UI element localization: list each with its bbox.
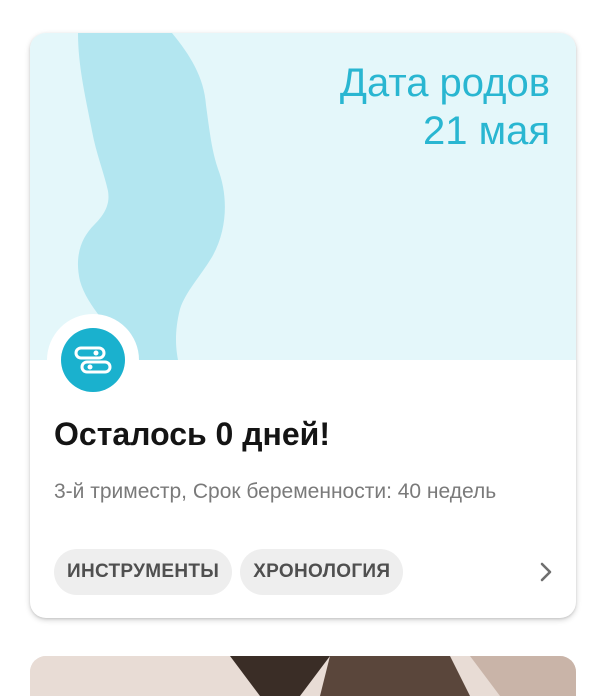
chevron-right-icon[interactable]: [535, 561, 557, 583]
pregnancy-card[interactable]: Дата родов 21 мая Осталось 0 дней! 3-й т…: [30, 33, 576, 618]
due-date-label: Дата родов: [339, 61, 550, 105]
days-left-title: Осталось 0 дней!: [54, 416, 330, 452]
chip-timeline[interactable]: ХРОНОЛОГИЯ: [240, 549, 404, 595]
next-card-photo[interactable]: [30, 656, 576, 696]
badge-ring: [47, 314, 139, 406]
due-date-value: 21 мая: [422, 109, 550, 153]
chip-tools[interactable]: ИНСТРУМЕНТЫ: [54, 549, 233, 595]
due-date-block: Дата родов 21 мая: [340, 59, 550, 155]
pregnancy-details: 3-й триместр, Срок беременности: 40 неде…: [54, 480, 497, 503]
next-card-image: [30, 656, 576, 696]
chip-row: ИНСТРУМЕНТЫ ХРОНОЛОГИЯ: [54, 549, 404, 595]
hero-banner: Дата родов 21 мая: [30, 33, 576, 360]
pins-icon: [61, 328, 125, 392]
